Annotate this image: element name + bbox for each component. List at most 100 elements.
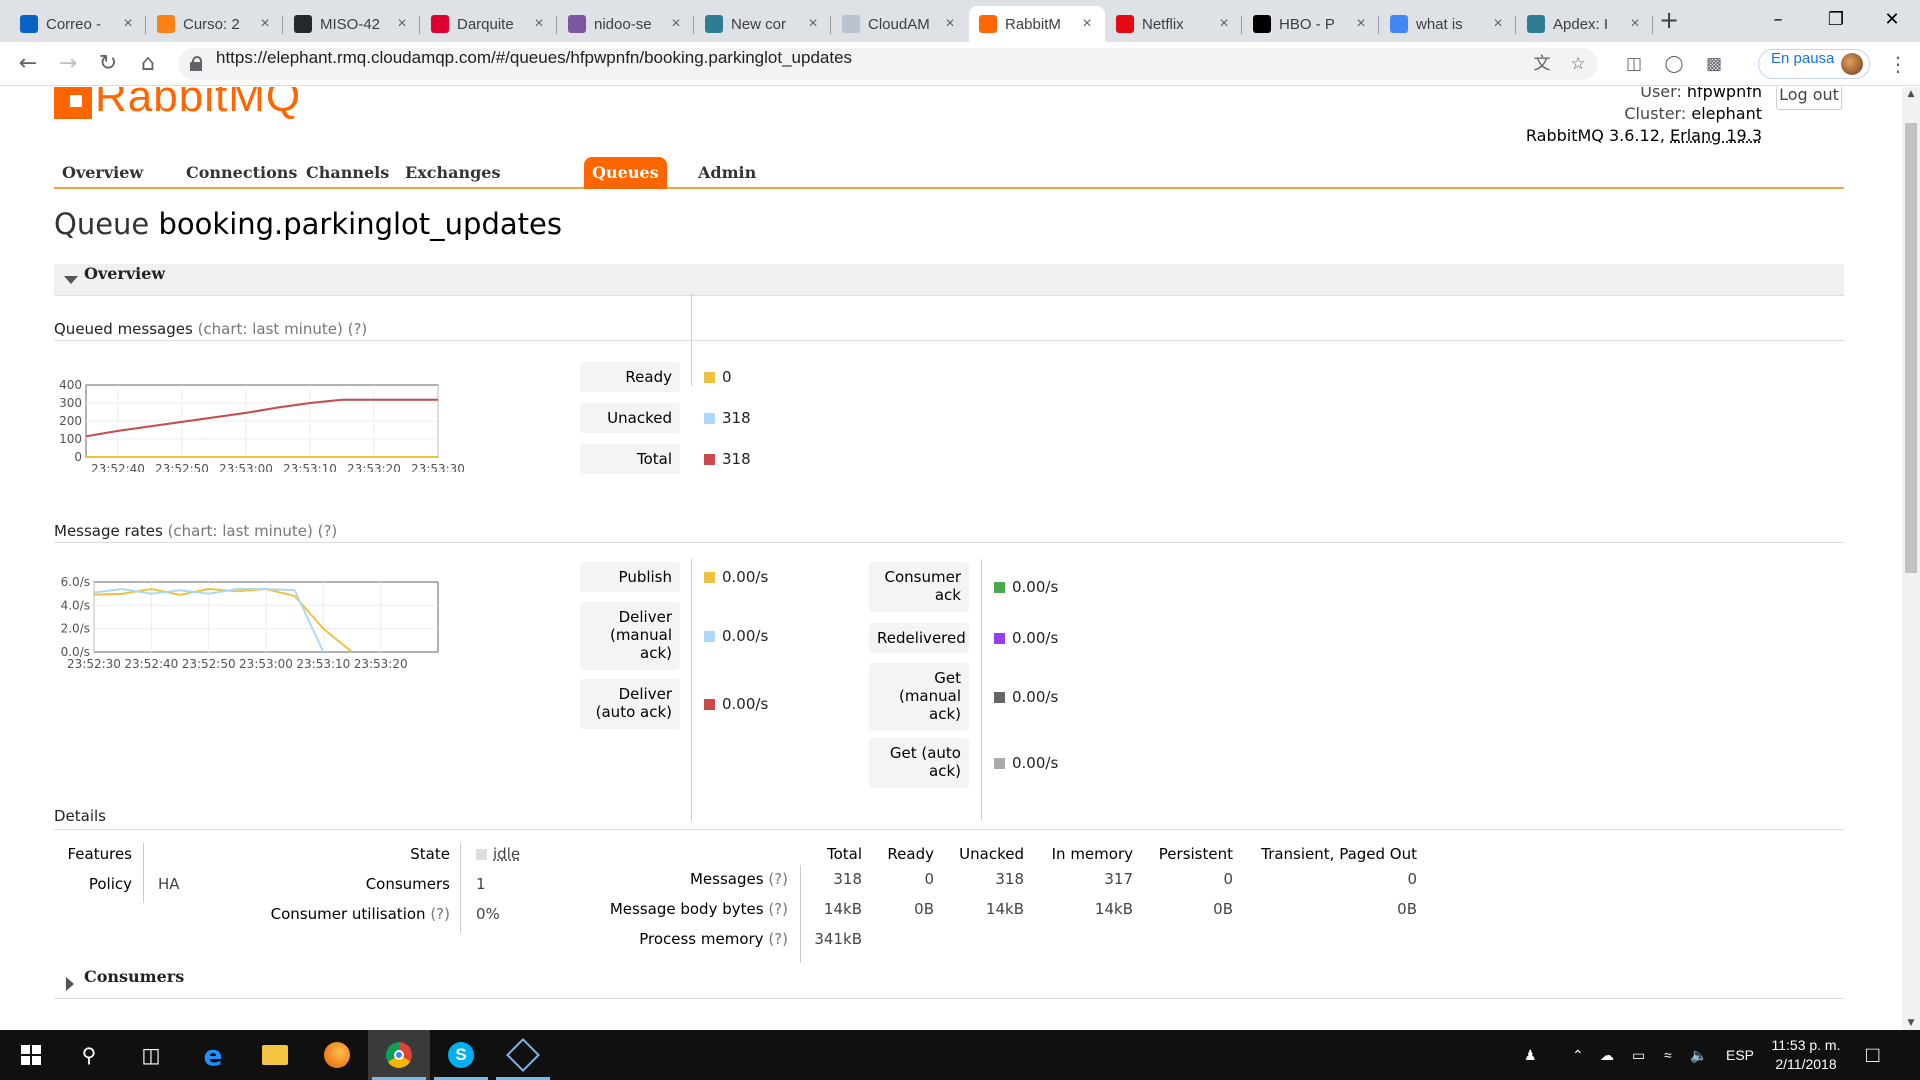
battery-icon[interactable]: ▭	[1632, 1030, 1645, 1080]
back-arrow-icon[interactable]: ←	[14, 50, 42, 78]
close-tab-icon[interactable]: ×	[257, 15, 273, 33]
language-indicator[interactable]: ESP	[1726, 1030, 1754, 1080]
address-bar[interactable]: https://elephant.rmq.cloudamqp.com/#/que…	[178, 48, 1598, 80]
windows-start-icon[interactable]	[0, 1030, 62, 1080]
rabbitmq-logo[interactable]: RabbitMQ	[54, 87, 301, 119]
close-tab-icon[interactable]: ×	[1216, 15, 1232, 33]
search-icon[interactable]: ⚲	[58, 1030, 120, 1080]
legend-swatch	[994, 632, 1005, 644]
close-tab-icon[interactable]: ×	[1490, 15, 1506, 33]
browser-tab[interactable]: what is ×	[1380, 6, 1516, 42]
browser-tab[interactable]: nidoo-se ×	[558, 6, 694, 42]
close-tab-icon[interactable]: ×	[1079, 15, 1095, 33]
legend-value-text: 0.00/s	[1012, 578, 1059, 596]
browser-tab[interactable]: RabbitM ×	[969, 6, 1105, 42]
skype-icon[interactable]: S	[430, 1030, 492, 1080]
help-hint[interactable]: (?)	[768, 930, 788, 948]
queued-messages-hint[interactable]: (chart: last minute) (?)	[198, 320, 368, 338]
help-hint[interactable]: (?)	[430, 905, 450, 923]
browser-tab[interactable]: MISO-42 ×	[284, 6, 420, 42]
new-tab-button[interactable]: +	[1655, 6, 1683, 34]
browser-tab[interactable]: Darquite ×	[421, 6, 557, 42]
profile-label: En pausa	[1771, 50, 1835, 67]
details-row-label-text: Message body bytes	[609, 900, 764, 918]
message-rates-hint[interactable]: (chart: last minute) (?)	[168, 522, 338, 540]
close-tab-icon[interactable]: ×	[805, 15, 821, 33]
file-explorer-icon[interactable]	[244, 1030, 306, 1080]
message-rates-label: Message rates	[54, 522, 163, 540]
x-tick-label: 23:52:50	[155, 462, 209, 472]
tab-separator	[145, 16, 146, 34]
close-tab-icon[interactable]: ×	[1627, 15, 1643, 33]
user-label: User:	[1640, 87, 1682, 101]
browser-tab[interactable]: Apdex: I ×	[1517, 6, 1653, 42]
browser-tab[interactable]: Netflix ×	[1106, 6, 1242, 42]
close-tab-icon[interactable]: ×	[531, 15, 547, 33]
translate-icon[interactable]: 文	[1532, 54, 1552, 74]
clock[interactable]: 11:53 p. m. 2/11/2018	[1756, 1036, 1856, 1074]
avatar	[1841, 53, 1863, 75]
legend-value-text: 0.00/s	[1012, 754, 1059, 772]
edge-icon[interactable]: e	[182, 1030, 244, 1080]
legend-divider	[691, 294, 692, 386]
scrollbar-thumb[interactable]	[1905, 123, 1917, 573]
browser-tab[interactable]: Curso: 2 ×	[147, 6, 283, 42]
browser-tab[interactable]: New cor ×	[695, 6, 831, 42]
help-hint[interactable]: (?)	[768, 900, 788, 918]
close-tab-icon[interactable]: ×	[120, 15, 136, 33]
queued-messages-label: Queued messages	[54, 320, 193, 338]
volume-icon[interactable]: 🔈	[1690, 1030, 1707, 1080]
profile-button[interactable]: En pausa	[1758, 49, 1870, 79]
wifi-icon[interactable]: ≈	[1664, 1030, 1672, 1080]
notifications-icon[interactable]: □	[1866, 1030, 1879, 1080]
menu-dots-icon[interactable]: ⋮	[1888, 52, 1908, 76]
pdf-extension-icon[interactable]: ◫	[1624, 54, 1644, 74]
y-tick-label: 2.0/s	[61, 622, 90, 636]
help-hint[interactable]: (?)	[768, 870, 788, 888]
legend-label: Deliver (manual ack)	[580, 602, 680, 670]
tray-chevron-icon[interactable]: ⌃	[1572, 1030, 1584, 1080]
nav-connections[interactable]: Connections	[178, 157, 305, 189]
close-window-button[interactable]: ✕	[1862, 0, 1920, 40]
details-cell: 14kB	[823, 900, 862, 918]
scroll-up-icon[interactable]: ▲	[1902, 89, 1920, 99]
close-tab-icon[interactable]: ×	[394, 15, 410, 33]
home-icon[interactable]: ⌂	[134, 50, 162, 78]
nav-queues[interactable]: Queues	[584, 157, 667, 189]
page-scrollbar[interactable]: ▲ ▼	[1902, 87, 1920, 1030]
reload-icon[interactable]: ↻	[94, 50, 122, 78]
app-icon	[705, 15, 723, 33]
virtualbox-icon[interactable]	[492, 1030, 554, 1080]
consumers-section-toggle[interactable]: Consumers	[54, 967, 1844, 999]
minimize-button[interactable]: –	[1748, 0, 1808, 40]
logout-button[interactable]: Log out	[1776, 87, 1842, 110]
close-tab-icon[interactable]: ×	[1353, 15, 1369, 33]
close-tab-icon[interactable]: ×	[668, 15, 684, 33]
scroll-down-icon[interactable]: ▼	[1902, 1018, 1920, 1028]
forward-arrow-icon[interactable]: →	[54, 50, 82, 78]
version-text: RabbitMQ 3.6.12,	[1525, 126, 1665, 145]
chrome-icon[interactable]	[368, 1030, 430, 1080]
overview-section-toggle[interactable]: Overview	[54, 264, 1844, 296]
restore-button[interactable]: ❐	[1806, 0, 1866, 40]
onedrive-icon[interactable]: ☁	[1600, 1030, 1614, 1080]
browser-tab[interactable]: CloudAM ×	[832, 6, 968, 42]
close-tab-icon[interactable]: ×	[942, 15, 958, 33]
legend-swatch	[704, 453, 715, 465]
browser-tab[interactable]: HBO - P ×	[1243, 6, 1379, 42]
nav-exchanges[interactable]: Exchanges	[397, 157, 508, 189]
people-icon[interactable]: ♟	[1524, 1030, 1537, 1080]
url-text[interactable]: https://elephant.rmq.cloudamqp.com/#/que…	[216, 48, 852, 68]
lock-icon[interactable]	[190, 56, 202, 71]
legend-value-text: 318	[722, 409, 751, 427]
cast-icon[interactable]: ▩	[1704, 54, 1724, 74]
bookmark-star-icon[interactable]: ☆	[1568, 54, 1588, 74]
task-view-icon[interactable]: ◫	[120, 1030, 182, 1080]
nav-overview[interactable]: Overview	[54, 157, 151, 189]
extension-icon[interactable]: ◯	[1664, 54, 1684, 74]
browser-tab[interactable]: Correo - ×	[10, 6, 146, 42]
firefox-icon[interactable]	[306, 1030, 368, 1080]
nav-channels[interactable]: Channels	[298, 157, 397, 189]
nav-admin[interactable]: Admin	[690, 157, 764, 189]
consumer-utilisation-label: Consumer utilisation (?)	[200, 905, 450, 923]
